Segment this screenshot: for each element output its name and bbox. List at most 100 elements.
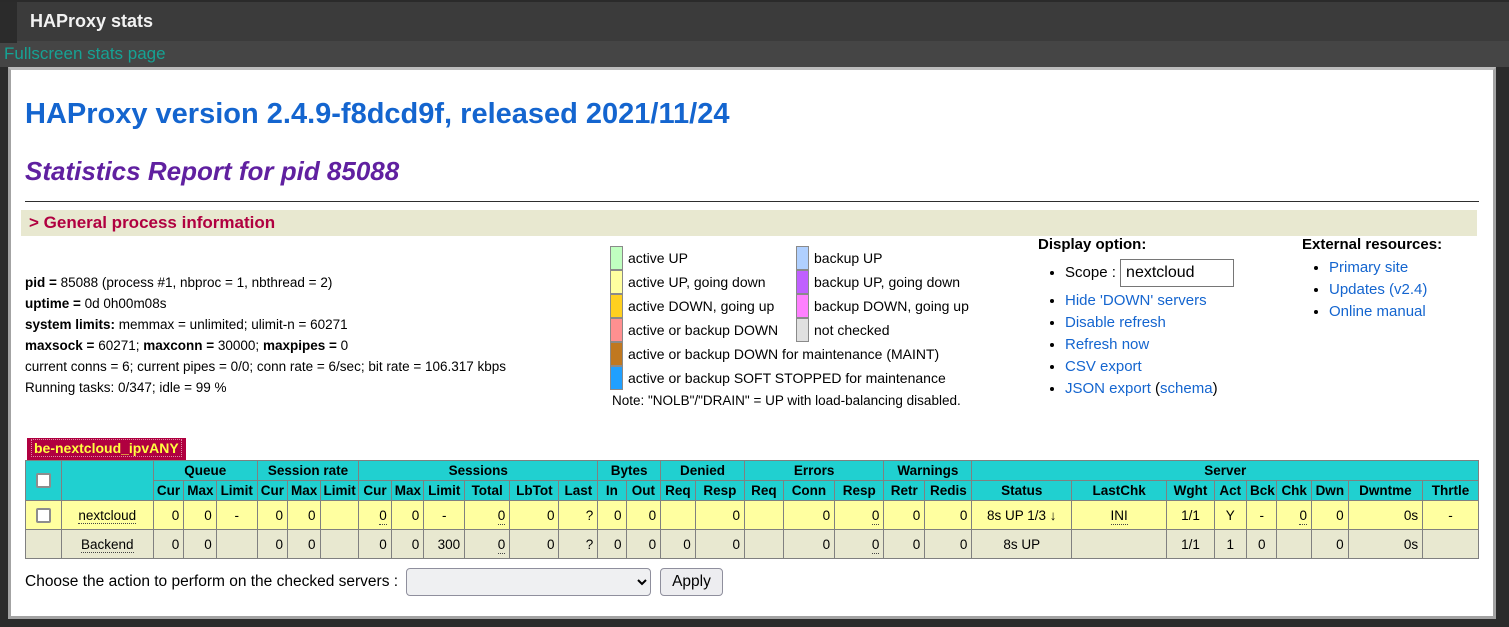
table-column-header-row: Cur Max Limit Cur Max Limit Cur Max Limi… (25, 480, 1479, 501)
cell (1422, 529, 1479, 559)
hide-down-servers-item: Hide 'DOWN' servers (1065, 292, 1234, 309)
lastchk-cell (1070, 529, 1168, 559)
legend-label: active or backup DOWN for maintenance (M… (628, 346, 940, 362)
backend-row: Backend 0 0 0 0 0 0 300 0 0 ? 0 0 0 0 0 … (25, 529, 1479, 559)
apply-button[interactable]: Apply (660, 568, 723, 596)
maxconn-label: maxconn = (143, 338, 218, 353)
hide-down-servers-link[interactable]: Hide 'DOWN' servers (1065, 292, 1207, 309)
soft-stopped-swatch (610, 366, 623, 390)
legend-label: active DOWN, going up (628, 298, 775, 314)
primary-site-item: Primary site (1329, 259, 1442, 276)
cell: 0 (625, 529, 662, 559)
col-header: Cur (256, 480, 289, 501)
active-or-backup-down-swatch (610, 318, 623, 342)
cell: 0 (1310, 500, 1349, 530)
cell: ? (558, 500, 599, 530)
group-sessions: Sessions (358, 460, 599, 481)
maxconn-value: 30000; (217, 338, 263, 353)
backend-link[interactable]: Backend (80, 536, 134, 553)
json-export-item: JSON export (schema) (1065, 380, 1234, 397)
legend-label: backup UP, going down (814, 274, 961, 290)
col-header: Retr (883, 480, 926, 501)
col-header: Last (558, 480, 599, 501)
page-title: HAProxy version 2.4.9-f8dcd9f, released … (25, 98, 1479, 131)
col-header: Dwn (1310, 480, 1349, 501)
group-queue: Queue (152, 460, 258, 481)
select-all-checkbox[interactable] (35, 473, 51, 489)
cell (319, 529, 360, 559)
legend-label: active or backup DOWN (628, 322, 779, 338)
system-limits-value: memmax = unlimited; ulimit-n = 60271 (115, 317, 348, 332)
col-header: In (597, 480, 627, 501)
running-tasks-line: Running tasks: 0/347; idle = 99 % (25, 380, 227, 395)
fullscreen-bar: Fullscreen stats page (0, 41, 1509, 67)
proxy-name-link[interactable]: be-nextcloud_ipvANY (31, 439, 182, 457)
col-header: Redis (924, 480, 973, 501)
divider (25, 201, 1479, 202)
lastchk-cell: INI (1070, 500, 1168, 530)
cell: 0 (924, 500, 973, 530)
legend-label: backup UP (814, 250, 883, 266)
disable-refresh-link[interactable]: Disable refresh (1065, 314, 1166, 331)
process-info-line: uptime = 0d 0h00m08s (25, 293, 506, 314)
online-manual-link[interactable]: Online manual (1329, 303, 1426, 320)
refresh-now-item: Refresh now (1065, 336, 1234, 353)
csv-export-item: CSV export (1065, 358, 1234, 375)
external-resources: External resources: Primary site Updates… (1302, 236, 1442, 325)
server-name-cell: Backend (60, 529, 154, 559)
cell: 1 (1213, 529, 1248, 559)
fullscreen-stats-link[interactable]: Fullscreen stats page (4, 44, 166, 64)
cell (1276, 529, 1312, 559)
status-cell: 8s UP (971, 529, 1072, 559)
updates-link[interactable]: Updates (v2.4) (1329, 281, 1427, 298)
tooltip-value: 0 (1299, 507, 1307, 525)
col-header: Resp (834, 480, 885, 501)
legend-label: active or backup SOFT STOPPED for mainte… (628, 370, 946, 386)
maxpipes-label: maxpipes = (262, 338, 341, 353)
display-options: Display option: Scope : Hide 'DOWN' serv… (1038, 236, 1235, 402)
server-checkbox-nextcloud[interactable] (35, 507, 51, 523)
scope-input[interactable] (1120, 259, 1235, 287)
tooltip-value: 0 (871, 536, 880, 554)
refresh-now-link[interactable]: Refresh now (1065, 336, 1149, 353)
cell: 1/1 (1166, 529, 1215, 559)
backup-up-swatch (796, 246, 809, 270)
cell: 0 (256, 500, 289, 530)
col-header: Thrtle (1422, 480, 1479, 501)
col-header: Chk (1276, 480, 1312, 501)
backup-down-going-up-swatch (796, 294, 809, 318)
cell: 0 (287, 529, 321, 559)
cell: - (1246, 500, 1278, 530)
csv-export-link[interactable]: CSV export (1065, 358, 1142, 375)
uptime-label: uptime = (25, 296, 85, 311)
cell: 0 (660, 529, 696, 559)
json-schema-link[interactable]: schema (1160, 380, 1213, 397)
cell: - (215, 500, 258, 530)
cell: 0 (782, 529, 836, 559)
server-link-nextcloud[interactable]: nextcloud (78, 507, 137, 524)
cell: 0 (1310, 529, 1349, 559)
cell: 300 (423, 529, 466, 559)
cell: 0 (358, 529, 392, 559)
col-header: Resp (694, 480, 745, 501)
haproxy-version-link[interactable]: HAProxy version 2.4.9-f8dcd9f, released … (25, 98, 729, 130)
col-header: Limit (319, 480, 360, 501)
legend-label: active UP (628, 250, 688, 266)
json-paren: ( (1150, 380, 1161, 397)
json-export-link[interactable]: JSON export (1065, 380, 1151, 397)
cell: Y (1213, 500, 1248, 530)
cell: - (423, 500, 466, 530)
updates-item: Updates (v2.4) (1329, 281, 1442, 298)
action-select[interactable] (406, 568, 652, 596)
action-label: Choose the action to perform on the chec… (25, 573, 399, 590)
legend-label: not checked (814, 322, 890, 338)
scope-row: Scope : (1065, 259, 1235, 287)
tooltip-value: 0 (497, 536, 506, 554)
statistics-report-subtitle: Statistics Report for pid 85088 (25, 156, 400, 186)
col-header: Limit (423, 480, 466, 501)
maxsock-label: maxsock = (25, 338, 99, 353)
cell: 0 (883, 529, 926, 559)
legend-label: backup DOWN, going up (814, 298, 969, 314)
primary-site-link[interactable]: Primary site (1329, 259, 1408, 276)
server-row-nextcloud: nextcloud 0 0 - 0 0 0 0 - 0 0 ? 0 0 0 0 … (25, 500, 1479, 530)
